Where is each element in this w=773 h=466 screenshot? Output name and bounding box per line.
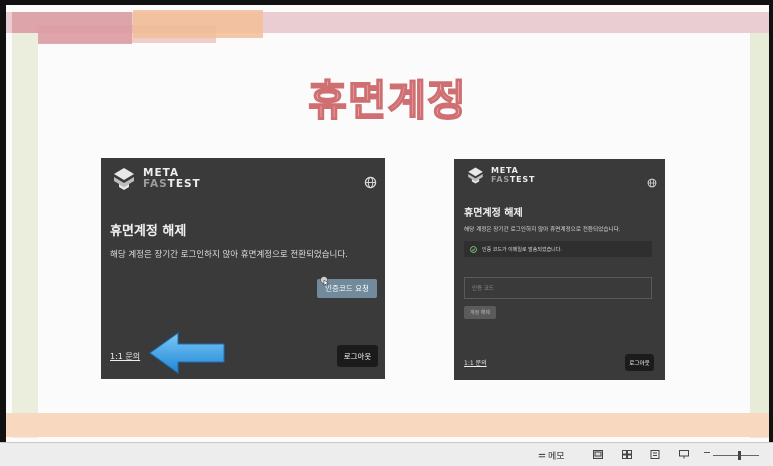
zoom-slider-thumb[interactable] — [738, 451, 741, 460]
panel-description: 해당 계정은 장기간 로그인하지 않아 휴면계정으로 전환되었습니다. — [464, 227, 621, 233]
logout-button[interactable]: 로그아웃 — [337, 345, 378, 367]
brand-logo: META FASTEST — [111, 166, 201, 192]
globe-icon[interactable] — [364, 174, 377, 193]
slide-title: 휴면계정 — [307, 75, 467, 126]
notes-button[interactable]: 메모 — [538, 449, 565, 462]
panel-heading: 휴면계정 해제 — [464, 208, 523, 219]
cursor-icon — [320, 276, 330, 286]
inquiry-link[interactable]: 1:1 문의 — [464, 358, 487, 367]
decor-block — [133, 10, 263, 38]
notes-icon — [538, 453, 546, 457]
zoom-out-icon[interactable] — [704, 452, 710, 453]
reading-view-icon[interactable] — [650, 450, 660, 459]
inquiry-link[interactable]: 1:1 문의 — [110, 351, 140, 362]
panel-heading: 휴면계정 해제 — [110, 224, 187, 239]
decor-band-bottom — [6, 413, 769, 437]
zoom-slider[interactable] — [713, 455, 759, 456]
arrow-left-icon — [149, 332, 225, 374]
panel-description: 해당 계정은 장기간 로그인하지 않아 휴면계정으로 전환되었습니다. — [110, 250, 348, 260]
notice-banner: 인증 코드가 이메일로 발송되었습니다. — [464, 241, 652, 257]
status-bar: 메모 — [0, 442, 773, 466]
logout-button[interactable]: 로그아웃 — [625, 354, 654, 371]
brand-logo: META FASTEST — [466, 166, 535, 185]
window-frame: 휴면계정 META FASTEST 휴면계정 해제 해당 계정은 장기간 로그인… — [0, 0, 773, 466]
logo-text-line2b: TEST — [509, 174, 536, 184]
unlock-account-button[interactable]: 계정 해제 — [464, 306, 496, 319]
logo-text-line2b: TEST — [167, 178, 201, 190]
slide-sorter-icon[interactable] — [622, 450, 632, 459]
dormant-screenshot-after: META FASTEST 휴면계정 해제 해당 계정은 장기간 로그인하지 않아… — [454, 159, 665, 380]
logo-text-line2a: FAS — [143, 178, 168, 190]
slide-canvas: 휴면계정 META FASTEST 휴면계정 해제 해당 계정은 장기간 로그인… — [6, 5, 769, 442]
logo-icon — [114, 168, 134, 190]
logo-icon — [468, 167, 483, 184]
check-circle-icon — [470, 245, 477, 253]
normal-view-icon[interactable] — [593, 450, 603, 459]
notice-text: 인증 코드가 이메일로 발송되었습니다. — [482, 246, 562, 253]
logo-text-line2a: FAS — [491, 174, 510, 184]
notes-label: 메모 — [548, 452, 565, 462]
globe-icon[interactable] — [647, 173, 657, 192]
verification-code-input[interactable]: 인증 코드 — [464, 277, 652, 299]
code-placeholder: 인증 코드 — [472, 286, 494, 292]
dormant-screenshot-before: META FASTEST 휴면계정 해제 해당 계정은 장기간 로그인하지 않아… — [101, 158, 385, 379]
slideshow-icon[interactable] — [679, 450, 689, 459]
